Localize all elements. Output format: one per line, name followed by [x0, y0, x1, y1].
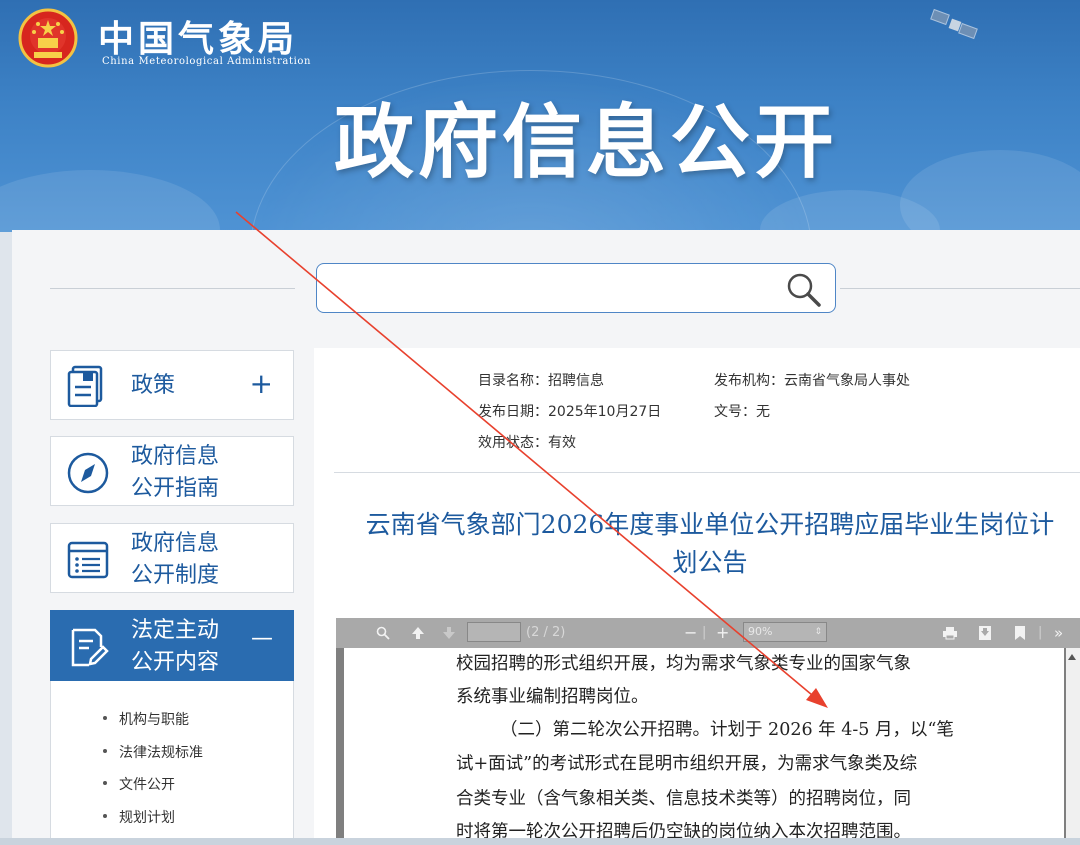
sidebar-item-disclosure-guide[interactable]: 政府信息 公开指南 [50, 436, 294, 506]
sidebar-subitem-label[interactable]: 机构与职能 [119, 712, 189, 728]
scrollbar[interactable] [1066, 648, 1080, 845]
edit-doc-icon [71, 628, 109, 667]
sidebar-subitem-label[interactable]: 法律法规标准 [119, 745, 203, 761]
sidebar-item-statutory-content[interactable]: 法定主动 公开内容 — [50, 610, 294, 681]
bullet-icon [103, 716, 107, 720]
document-title-line: 云南省气象部门2026年度事业单位公开招聘应届毕业生岗位计 [365, 510, 1055, 539]
search-icon[interactable] [784, 270, 824, 310]
sidebar-item-label: 政府信息 [131, 444, 220, 469]
toolbar-separator: | [1038, 625, 1043, 640]
download-icon[interactable] [978, 625, 992, 641]
pdf-toolbar: (2 / 2) − | + 90% ⇕ | » [336, 618, 1080, 648]
pdf-text-line: 合类专业（含气象相关类、信息技术类等）的招聘岗位，同 [456, 789, 911, 809]
sidebar-item-policy[interactable]: 政策 + [50, 350, 294, 420]
sidebar-item-disclosure-system[interactable]: 政府信息 公开制度 [50, 523, 294, 593]
meta-publisher: 发布机构：云南省气象局人事处 [714, 373, 910, 389]
toolbar-separator: | [702, 625, 707, 640]
banner-title: 政府信息公开 [334, 96, 838, 189]
sidebar-subitem[interactable]: 法律法规标准 [103, 742, 203, 762]
bullet-icon [103, 749, 107, 753]
sidebar-subitem[interactable]: 文件公开 [103, 774, 175, 794]
chevron-updown-icon: ⇕ [814, 627, 822, 637]
sidebar-item-label: 政府信息 [131, 531, 220, 556]
page-count: (2 / 2) [526, 625, 566, 640]
divider [50, 288, 295, 289]
org-name-english: China Meteorological Administration [102, 56, 312, 67]
national-emblem-icon[interactable] [18, 8, 78, 68]
expand-icon[interactable]: + [250, 370, 273, 398]
zoom-in-icon[interactable]: + [716, 624, 729, 642]
search-icon[interactable] [376, 626, 390, 640]
document-stack-icon [67, 365, 103, 407]
sidebar-item-label: 法定主动 [131, 618, 220, 643]
header-banner: 中国气象局 China Meteorological Administratio… [0, 0, 1080, 232]
sidebar-item-label: 公开内容 [131, 650, 220, 675]
print-icon[interactable] [942, 626, 958, 640]
bullet-icon [103, 781, 107, 785]
meta-status: 效用状态：有效 [478, 435, 576, 451]
more-tools-icon[interactable]: » [1054, 624, 1063, 642]
compass-icon [67, 452, 109, 494]
zoom-value: 90% [748, 625, 773, 638]
banner-cloud-decoration [0, 170, 220, 232]
page-number-input[interactable] [467, 622, 521, 642]
divider [334, 472, 1080, 473]
next-page-icon[interactable] [442, 626, 456, 640]
bullet-icon [103, 814, 107, 818]
bookmark-icon[interactable] [1014, 625, 1026, 641]
scroll-up-icon[interactable] [1068, 654, 1076, 660]
sidebar-item-label: 公开指南 [131, 476, 220, 501]
pdf-page [344, 648, 1064, 845]
meta-doc-number: 文号：无 [714, 404, 770, 420]
meta-date: 发布日期：2025年10月27日 [478, 404, 662, 420]
taskbar-strip [0, 838, 1080, 845]
sidebar-item-label: 公开制度 [131, 563, 220, 588]
search-input[interactable] [316, 263, 836, 313]
zoom-out-icon[interactable]: − [684, 624, 697, 642]
sidebar-subitem[interactable]: 机构与职能 [103, 709, 189, 729]
sidebar-subitem[interactable]: 规划计划 [103, 807, 175, 827]
pdf-text-line: 试+面试”的考试形式在昆明市组织开展，为需求气象类及综 [456, 754, 918, 774]
list-doc-icon [67, 541, 109, 579]
pdf-text-line: 校园招聘的形式组织开展，均为需求气象类专业的国家气象 [456, 654, 911, 674]
previous-page-icon[interactable] [411, 626, 425, 640]
pdf-text-line: 系统事业编制招聘岗位。 [456, 687, 649, 707]
document-title-line: 划公告 [672, 548, 748, 577]
sidebar-item-label: 政策 [131, 373, 176, 398]
sidebar-subitem-label[interactable]: 规划计划 [119, 810, 175, 826]
meta-catalog: 目录名称：招聘信息 [478, 373, 604, 389]
pdf-text-line: （二）第二轮次公开招聘。计划于 2026 年 4-5 月，以“笔 [500, 720, 954, 740]
satellite-icon [930, 8, 978, 40]
sidebar-subitem-label[interactable]: 文件公开 [119, 777, 175, 793]
collapse-icon[interactable]: — [251, 625, 273, 653]
zoom-select[interactable]: 90% ⇕ [743, 622, 827, 642]
document-title: 云南省气象部门2026年度事业单位公开招聘应届毕业生岗位计 划公告 [340, 506, 1080, 582]
org-name[interactable]: 中国气象局 [98, 10, 298, 62]
divider [840, 288, 1080, 289]
sidebar-sublist: 机构与职能 法律法规标准 文件公开 规划计划 [50, 681, 294, 845]
